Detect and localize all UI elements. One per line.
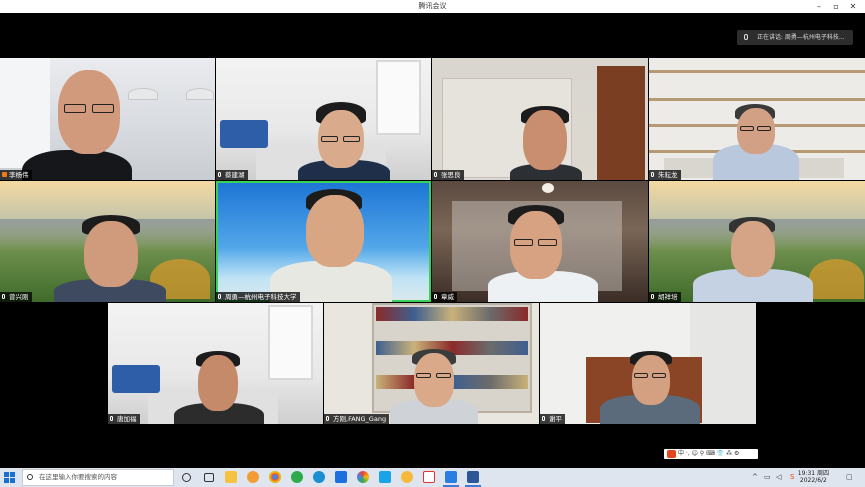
microphone-icon [218, 294, 221, 299]
chrome-icon[interactable] [269, 471, 281, 483]
ime-toolbar[interactable]: 中 ·, ☺ ⚲ ⌨ 👕 ⁂ ⚙ [664, 449, 758, 459]
volume-icon[interactable]: ◁ [776, 473, 781, 481]
microphone-icon [218, 172, 221, 177]
app-icon-1[interactable] [247, 471, 259, 483]
edge-icon[interactable] [313, 471, 325, 483]
video-tile-3[interactable]: 张思良 [432, 58, 648, 180]
participant-name-tag: 章威 [432, 292, 457, 302]
sogou-logo [667, 449, 676, 458]
microphone-icon [744, 34, 748, 40]
video-tile-7[interactable]: 章威 [432, 181, 648, 302]
participant-name-tag: 李杨伟 [0, 170, 32, 180]
word-icon[interactable] [467, 471, 479, 483]
microphone-icon [326, 416, 329, 421]
app-icon-4[interactable] [357, 471, 369, 483]
video-tile-4[interactable]: 朱耘龙 [649, 58, 865, 180]
participant-name-tag: 唐加福 [108, 414, 140, 424]
meeting-window: 腾讯会议 – ▫ ✕ 正在讲话: 周勇—杭州电子科技... 李杨伟 蔡建湖 张思… [0, 0, 865, 487]
taskbar-search-input[interactable]: 在这里输入你要搜索的内容 [22, 469, 174, 486]
video-tile-9[interactable]: 唐加福 [108, 303, 323, 424]
participant-name-tag: 谢平 [540, 414, 565, 424]
cortana-icon[interactable] [182, 473, 191, 482]
microphone-icon [2, 294, 5, 299]
file-explorer-icon[interactable] [225, 471, 237, 483]
restore-icon[interactable]: ▫ [829, 0, 843, 13]
video-tile-10[interactable]: 方刚,FANG_Gang [324, 303, 539, 424]
microphone-icon [542, 416, 545, 421]
video-tile-1[interactable]: 李杨伟 [0, 58, 215, 180]
system-clock[interactable]: 19:31 周四 2022/6/2 [798, 470, 829, 484]
video-tile-8[interactable]: 胡祥培 [649, 181, 865, 302]
pdf-icon[interactable] [423, 471, 435, 483]
app-icon-5[interactable] [379, 471, 391, 483]
app-icon-6[interactable] [401, 471, 413, 483]
windows-taskbar: 在这里输入你要搜索的内容 ^ ▭ ◁ S 19:31 周四 2022/6/2 ▢ [0, 468, 865, 487]
network-icon[interactable]: ▭ [764, 473, 771, 481]
video-tile-5[interactable]: 曾兴刚 [0, 181, 215, 302]
video-tile-6-active-speaker[interactable]: 周勇—杭州电子科技大学 [216, 181, 431, 302]
title-bar: 腾讯会议 – ▫ ✕ [0, 0, 865, 13]
search-icon [27, 474, 33, 480]
speaking-indicator: 正在讲话: 周勇—杭州电子科技... [737, 30, 853, 45]
tray-chevron-icon[interactable]: ^ [752, 473, 758, 481]
participant-name-tag: 蔡建湖 [216, 170, 248, 180]
tencent-meeting-icon[interactable] [445, 471, 457, 483]
notification-icon[interactable]: ▢ [846, 473, 853, 481]
microphone-icon [110, 416, 113, 421]
app-icon-2[interactable] [291, 471, 303, 483]
video-tile-11[interactable]: 谢平 [540, 303, 756, 424]
participant-name-tag: 周勇—杭州电子科技大学 [216, 292, 300, 302]
task-view-icon[interactable] [204, 473, 214, 482]
video-tile-2[interactable]: 蔡建湖 [216, 58, 431, 180]
microphone-icon [651, 172, 654, 177]
ime-tray-icon[interactable]: S [790, 473, 794, 481]
minimize-icon[interactable]: – [812, 0, 826, 13]
close-icon[interactable]: ✕ [846, 0, 860, 13]
host-icon [2, 172, 7, 177]
participant-name-tag: 朱耘龙 [649, 170, 681, 180]
speaking-text: 正在讲话: 周勇—杭州电子科技... [757, 34, 845, 41]
microphone-icon [651, 294, 654, 299]
windows-start-icon[interactable] [4, 472, 15, 483]
participant-name-tag: 胡祥培 [649, 292, 681, 302]
app-icon-3[interactable] [335, 471, 347, 483]
window-title: 腾讯会议 [418, 2, 447, 10]
participant-name-tag: 方刚,FANG_Gang [324, 414, 390, 424]
participant-name-tag: 张思良 [432, 170, 464, 180]
microphone-icon [434, 172, 437, 177]
participant-name-tag: 曾兴刚 [0, 292, 32, 302]
microphone-icon [434, 294, 437, 299]
